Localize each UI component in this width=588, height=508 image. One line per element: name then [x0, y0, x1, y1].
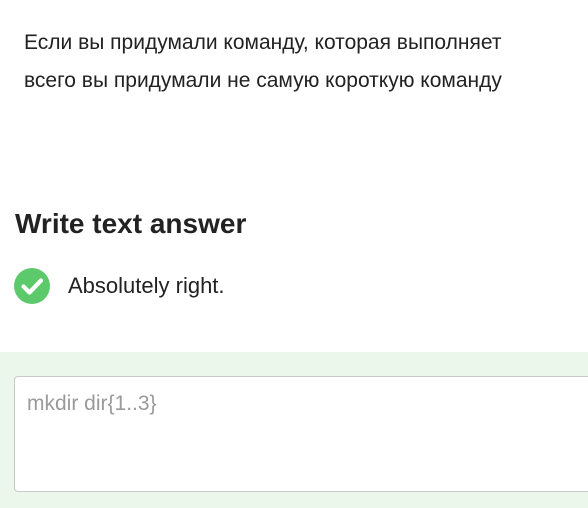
question-line-2: всего вы придумали не самую короткую ком…	[24, 69, 502, 92]
answer-textarea[interactable]: mkdir dir{1..3}	[14, 376, 588, 492]
check-circle-icon	[14, 268, 50, 304]
question-text: Если вы придумали команду, которая выпол…	[24, 24, 588, 100]
feedback-text: Absolutely right.	[68, 273, 225, 298]
answer-area: mkdir dir{1..3}	[0, 352, 588, 508]
question-line-1: Если вы придумали команду, которая выпол…	[24, 31, 502, 54]
section-title: Write text answer	[15, 208, 247, 239]
page: Если вы придумали команду, которая выпол…	[0, 0, 588, 508]
feedback-message: Absolutely right.	[14, 268, 225, 304]
